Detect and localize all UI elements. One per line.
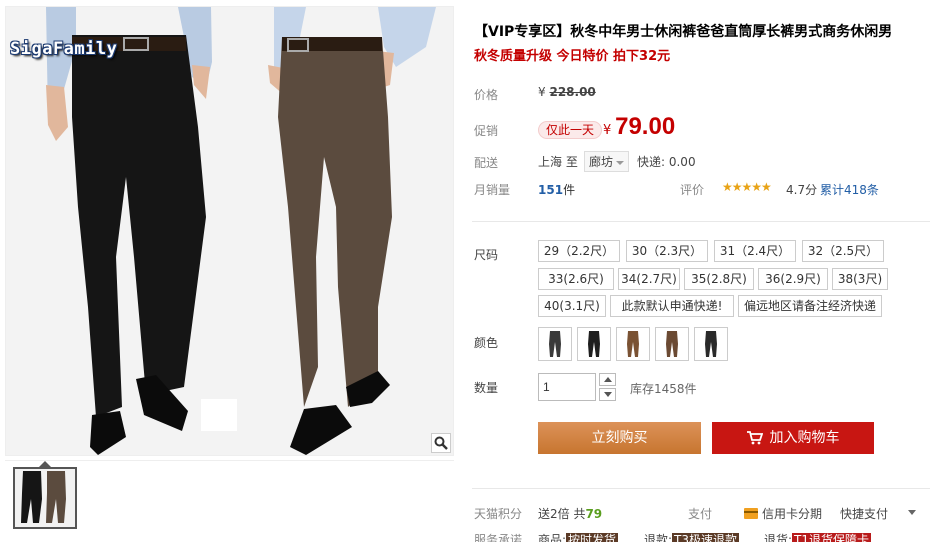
size-option[interactable]: 40(3.1尺) <box>538 295 606 317</box>
product-photo <box>6 7 453 455</box>
quantity-label: 数量 <box>474 381 499 395</box>
price-panel: 价格 ¥ 228.00 促销 仅此一天 ¥ 79.00 配送 上海 至 廊坊 快… <box>472 76 930 222</box>
quantity-input[interactable] <box>538 373 596 401</box>
points-value: 送2倍 共79 <box>538 505 602 522</box>
service-item: 退款: T3极速退款 <box>644 531 740 542</box>
promo-tag: 仅此一天 <box>538 121 603 139</box>
ship-from: 上海 至 <box>538 155 578 169</box>
service-item-prefix: 退款: <box>644 533 673 542</box>
price-label: 价格 <box>474 88 499 102</box>
size-option[interactable]: 36(2.9尺) <box>758 268 828 290</box>
payment-installment[interactable]: 信用卡分期 <box>744 505 822 522</box>
size-option[interactable]: 30（2.3尺） <box>626 240 708 262</box>
size-label: 尺码 <box>474 248 499 262</box>
product-info-panel: 【VIP专享区】秋冬中年男士休闲裤爸爸直筒厚长裤男式商务休闲男 秋冬质量升级 今… <box>472 0 930 542</box>
monthly-sales-unit: 件 <box>563 183 576 197</box>
service-label: 服务承诺 <box>474 533 523 542</box>
size-option[interactable]: 31（2.4尺） <box>714 240 796 262</box>
watermark-logo: SigaFamily <box>10 39 118 59</box>
rating-label: 评价 <box>680 183 705 197</box>
promo-price: ¥ 79.00 <box>603 113 675 141</box>
service-item-tag: T3极速退款 <box>672 533 740 542</box>
size-option[interactable]: 32（2.5尺） <box>802 240 884 262</box>
chevron-down-icon <box>616 160 625 165</box>
size-option[interactable]: 33(2.6尺) <box>538 268 614 290</box>
product-main-image[interactable]: SigaFamily <box>5 6 454 456</box>
size-option[interactable]: 34(2.7尺) <box>618 268 680 290</box>
quantity-increase-button[interactable] <box>599 373 616 386</box>
color-swatch[interactable] <box>616 327 650 361</box>
original-price-currency: ¥ <box>538 85 546 99</box>
color-swatch[interactable] <box>538 327 572 361</box>
review-count-link[interactable]: 累计418条 <box>820 181 879 198</box>
points-number: 79 <box>585 507 603 521</box>
points-label: 天猫积分 <box>474 507 523 521</box>
rating-stars-icon: ★★★★★ <box>722 180 772 194</box>
size-option[interactable]: 此款默认申通快递! <box>610 295 734 317</box>
original-price: ¥ 228.00 <box>538 85 596 99</box>
add-to-cart-button[interactable]: 加入购物车 <box>712 422 874 454</box>
service-item-prefix: 退货: <box>764 533 793 542</box>
product-title: 【VIP专享区】秋冬中年男士休闲裤爸爸直筒厚长裤男式商务休闲男 <box>474 24 893 40</box>
service-bar: 天猫积分 送2倍 共79 支付 信用卡分期 快捷支付 服务承诺 商品: 按时发货 … <box>472 488 930 542</box>
color-label: 颜色 <box>474 336 499 350</box>
service-item: 商品: 按时发货 <box>538 531 619 542</box>
product-subtitle: 秋冬质量升级 今日特价 拍下32元 <box>474 49 671 64</box>
rating-score: 4.7分 <box>786 183 818 197</box>
service-item-tag: 按时发货 <box>566 533 619 542</box>
chevron-down-icon[interactable] <box>908 510 916 515</box>
size-option[interactable]: 35(2.8尺) <box>684 268 754 290</box>
service-item-tag: T1退货保障卡 <box>792 533 872 542</box>
promo-label: 促销 <box>474 124 499 138</box>
size-option[interactable]: 38(3尺) <box>832 268 888 290</box>
stock-count: 库存1458件 <box>630 382 697 396</box>
shipping-label: 配送 <box>474 156 499 170</box>
cart-icon <box>746 431 763 445</box>
size-option[interactable]: 29（2.2尺） <box>538 240 620 262</box>
thumbnail-strip <box>5 460 454 536</box>
promo-price-currency: ¥ <box>603 123 612 138</box>
buy-now-button[interactable]: 立刻购买 <box>538 422 701 454</box>
shipping-fee: 快递: 0.00 <box>637 155 696 169</box>
add-to-cart-label: 加入购物车 <box>769 430 840 446</box>
promo-price-value: 79.00 <box>615 113 676 140</box>
thumbnail-image[interactable] <box>13 467 77 529</box>
ship-to-dropdown[interactable]: 廊坊 <box>584 151 630 172</box>
monthly-sales: 151件 <box>538 181 575 198</box>
service-item: 退货: T1退货保障卡 <box>764 531 872 542</box>
credit-card-icon <box>744 508 758 519</box>
color-swatch[interactable] <box>694 327 728 361</box>
color-swatch[interactable] <box>577 327 611 361</box>
monthly-sales-label: 月销量 <box>474 183 511 197</box>
payment-quick[interactable]: 快捷支付 <box>840 505 888 522</box>
monthly-sales-count: 151 <box>538 183 564 197</box>
payment-installment-label: 信用卡分期 <box>762 507 823 521</box>
points-prefix: 送2倍 共 <box>538 507 586 521</box>
payment-label: 支付 <box>688 507 713 521</box>
magnifier-icon[interactable] <box>431 433 451 453</box>
color-swatch[interactable] <box>655 327 689 361</box>
original-price-value: 228.00 <box>549 85 596 99</box>
quantity-decrease-button[interactable] <box>599 388 616 401</box>
service-item-prefix: 商品: <box>538 533 567 542</box>
size-option[interactable]: 偏远地区请备注经济快递 <box>738 295 882 317</box>
ship-to-value: 廊坊 <box>589 155 614 169</box>
